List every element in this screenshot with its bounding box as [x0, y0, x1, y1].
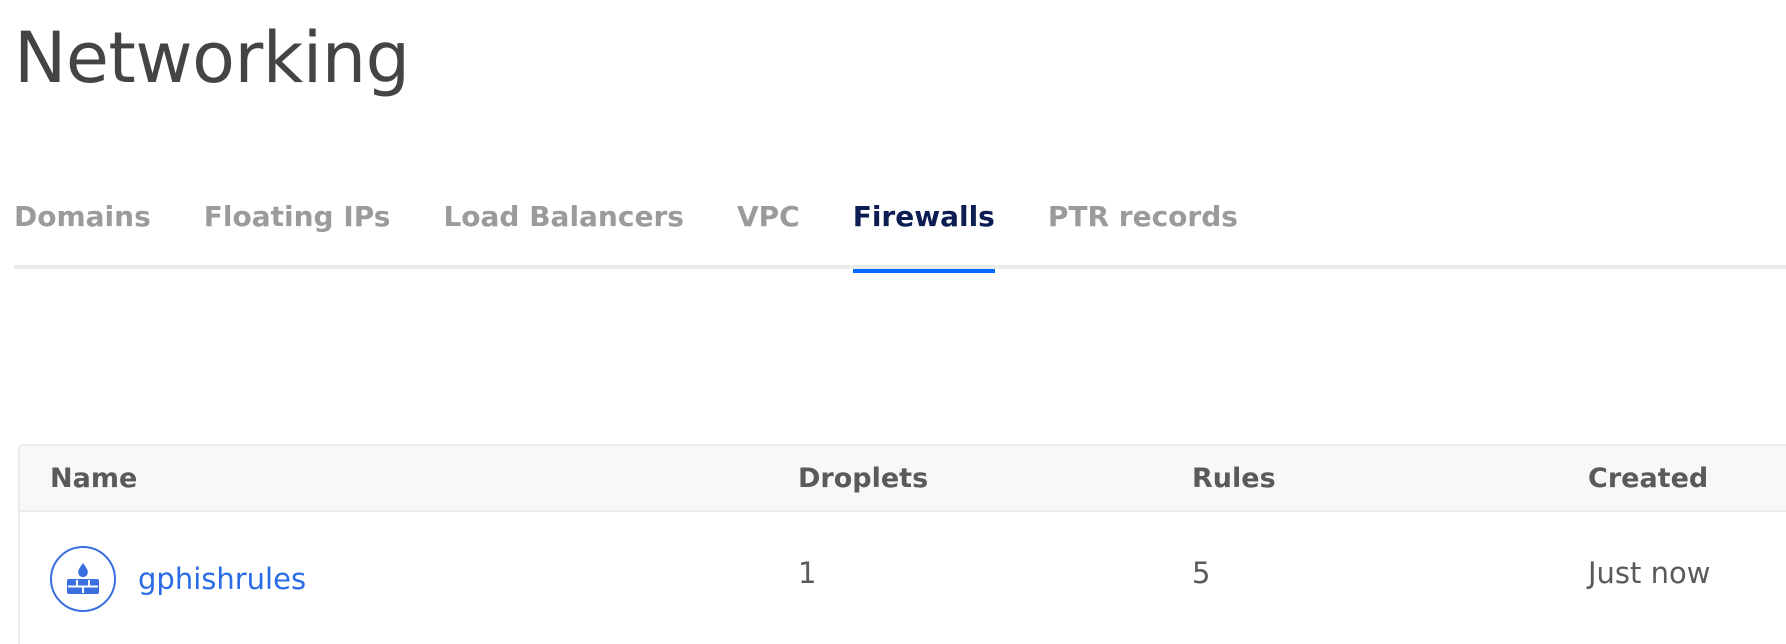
created-time: Just now [1588, 556, 1711, 590]
column-header-rules: Rules [1192, 463, 1276, 494]
firewall-name-cell: gphishrules [50, 546, 306, 612]
firewalls-table: Name Droplets Rules Created gphishrules … [18, 444, 1786, 644]
column-header-droplets: Droplets [798, 463, 929, 494]
tab-floating-ips[interactable]: Floating IPs [204, 180, 391, 269]
tab-vpc[interactable]: VPC [737, 180, 800, 269]
networking-tabs: Domains Floating IPs Load Balancers VPC … [14, 180, 1786, 273]
tab-domains[interactable]: Domains [14, 180, 151, 269]
rules-count: 5 [1192, 556, 1211, 590]
firewall-icon [50, 546, 116, 612]
table-header: Name Droplets Rules Created [20, 446, 1786, 512]
column-header-name: Name [50, 463, 138, 494]
page-title: Networking [14, 17, 410, 99]
networking-page: Networking Domains Floating IPs Load Bal… [0, 0, 1786, 644]
tab-ptr-records[interactable]: PTR records [1048, 180, 1238, 269]
column-header-created: Created [1588, 463, 1709, 494]
droplets-count: 1 [798, 556, 817, 590]
tab-load-balancers[interactable]: Load Balancers [443, 180, 684, 269]
table-row: gphishrules 1 5 Just now [20, 512, 1786, 642]
firewall-name-link[interactable]: gphishrules [138, 562, 306, 596]
tab-firewalls[interactable]: Firewalls [852, 180, 995, 273]
